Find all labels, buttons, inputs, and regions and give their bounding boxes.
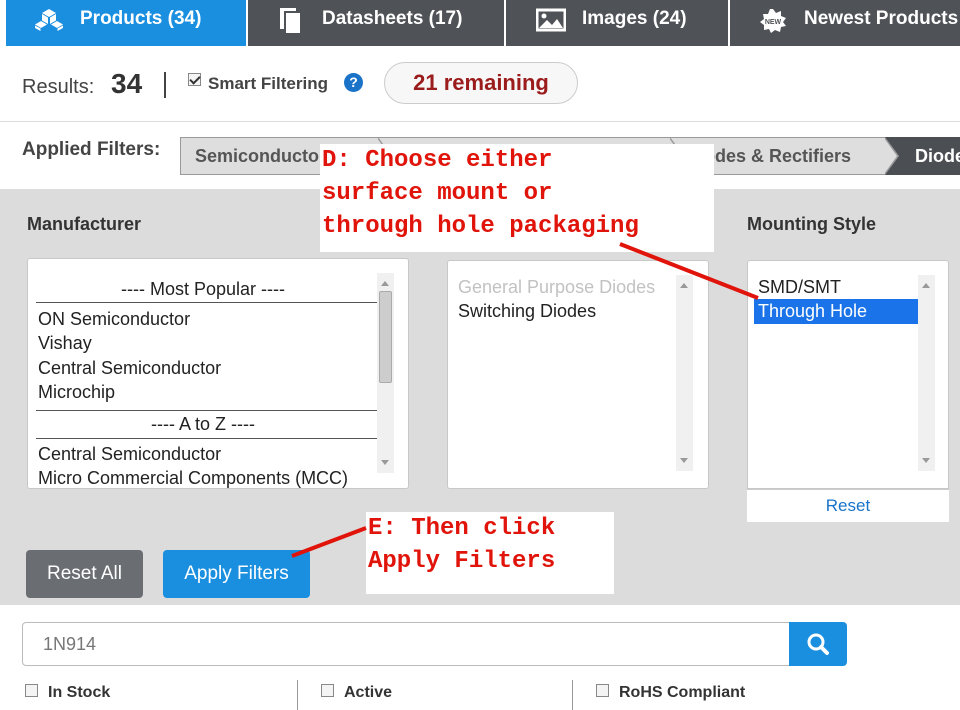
- divider: [572, 680, 573, 710]
- remaining-badge: 21 remaining: [384, 62, 578, 104]
- manufacturer-option[interactable]: Microchip: [38, 382, 115, 403]
- applied-filters-label: Applied Filters:: [22, 139, 161, 160]
- in-stock-checkbox[interactable]: [25, 684, 38, 697]
- tab-newest-products[interactable]: NEW Newest Products: [730, 0, 960, 46]
- scroll-thumb[interactable]: [379, 291, 392, 383]
- tab-datasheets-label: Datasheets (17): [322, 8, 463, 29]
- tab-images-label: Images (24): [582, 8, 687, 29]
- tab-images[interactable]: Images (24): [506, 0, 728, 46]
- manufacturer-listbox[interactable]: ---- Most Popular ---- ON Semiconductor …: [27, 258, 409, 489]
- in-stock-label[interactable]: In Stock: [48, 684, 110, 702]
- mounting-style-listbox[interactable]: SMD/SMT Through Hole: [747, 260, 949, 489]
- cubes-icon: [34, 8, 64, 32]
- apply-filters-button[interactable]: Apply Filters: [163, 550, 310, 598]
- tab-products[interactable]: Products (34): [6, 0, 246, 46]
- manufacturer-title: Manufacturer: [27, 214, 142, 234]
- active-label[interactable]: Active: [344, 684, 392, 702]
- group-a-to-z: ---- A to Z ----: [151, 414, 255, 434]
- group-divider: [36, 410, 380, 411]
- scroll-down-icon[interactable]: [680, 458, 688, 463]
- active-checkbox[interactable]: [321, 684, 334, 697]
- product-type-listbox[interactable]: General Purpose Diodes Switching Diodes: [447, 260, 709, 489]
- group-most-popular: ---- Most Popular ----: [120, 279, 285, 299]
- manufacturer-option[interactable]: Central Semiconductor: [38, 358, 221, 379]
- mounting-option-through-hole[interactable]: Through Hole: [758, 301, 867, 322]
- annotation-e: E: Then click Apply Filters: [366, 512, 614, 594]
- help-icon[interactable]: ?: [344, 73, 363, 92]
- scroll-down-icon[interactable]: [381, 460, 389, 465]
- annotation-d: D: Choose either surface mount or throug…: [320, 144, 714, 252]
- new-badge-icon: NEW: [758, 8, 788, 33]
- scrollbar[interactable]: [918, 275, 935, 471]
- group-divider: [36, 438, 380, 439]
- manufacturer-option[interactable]: ON Semiconductor: [38, 309, 190, 330]
- scroll-down-icon[interactable]: [922, 458, 930, 463]
- product-option-disabled: General Purpose Diodes: [458, 277, 656, 297]
- smart-filtering-checkbox[interactable]: [188, 73, 201, 86]
- smart-filtering-label[interactable]: Smart Filtering: [208, 74, 328, 94]
- scroll-up-icon[interactable]: [680, 283, 688, 288]
- tab-datasheets[interactable]: Datasheets (17): [248, 0, 504, 46]
- top-tabs: Products (34) Datasheets (17) Images (24…: [0, 0, 960, 46]
- manufacturer-option[interactable]: Vishay: [38, 333, 92, 354]
- results-label: Results:: [22, 76, 95, 98]
- search-input[interactable]: 1N914: [22, 622, 790, 666]
- results-count: 34: [111, 68, 143, 99]
- results-bar: Results: 34 Smart Filtering ? 21 remaini…: [0, 46, 960, 122]
- scroll-up-icon[interactable]: [922, 283, 930, 288]
- scrollbar[interactable]: [377, 273, 394, 473]
- divider: [164, 72, 166, 98]
- crumb-arrow: [884, 138, 897, 174]
- rohs-checkbox[interactable]: [596, 684, 609, 697]
- mounting-reset-link[interactable]: Reset: [747, 490, 949, 522]
- mounting-style-title: Mounting Style: [747, 214, 876, 234]
- divider: [297, 680, 298, 710]
- manufacturer-option[interactable]: Central Semiconductor: [38, 444, 221, 465]
- search-button[interactable]: [789, 622, 847, 666]
- scroll-up-icon[interactable]: [381, 281, 389, 286]
- group-divider: [36, 302, 380, 303]
- tab-newest-label: Newest Products: [804, 8, 959, 29]
- document-icon: [276, 8, 306, 35]
- rohs-label[interactable]: RoHS Compliant: [619, 684, 745, 702]
- tab-products-label: Products (34): [80, 8, 202, 29]
- manufacturer-option[interactable]: Micro Commercial Components (MCC): [38, 468, 348, 488]
- svg-text:NEW: NEW: [765, 19, 782, 26]
- reset-all-button[interactable]: Reset All: [26, 550, 143, 598]
- image-icon: [535, 8, 567, 32]
- product-option[interactable]: Switching Diodes: [458, 301, 596, 322]
- scrollbar[interactable]: [676, 275, 693, 471]
- mounting-option-smd[interactable]: SMD/SMT: [758, 277, 841, 298]
- search-icon: [807, 633, 829, 655]
